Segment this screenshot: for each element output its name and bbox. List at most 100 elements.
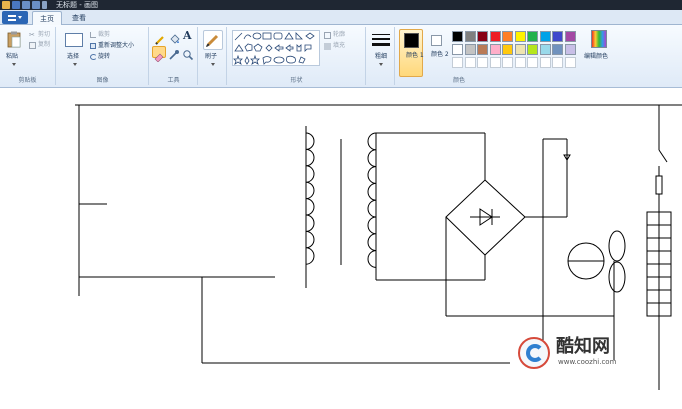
brushes-button[interactable]: 刷子 xyxy=(205,53,217,61)
palette-swatch[interactable] xyxy=(502,31,513,42)
palette-swatch[interactable] xyxy=(527,31,538,42)
custom-color-slot[interactable] xyxy=(502,57,513,68)
color2-selector[interactable]: 颜色 2 xyxy=(426,29,449,77)
cut-button[interactable]: 剪切 xyxy=(38,31,50,39)
colors-group: 颜色 1 颜色 2 编辑颜色 颜色 xyxy=(396,27,682,85)
tab-home[interactable]: 主页 xyxy=(32,11,62,25)
color-picker-icon[interactable] xyxy=(168,46,180,60)
fill-button[interactable]: 填充 xyxy=(333,42,345,50)
custom-color-slot[interactable] xyxy=(552,57,563,68)
clipboard-group: 粘贴 ✂ 剪切 复制 剪贴板 xyxy=(0,27,56,85)
palette-swatch[interactable] xyxy=(452,44,463,55)
resize-icon xyxy=(90,43,96,49)
line-width-icon[interactable] xyxy=(371,32,391,50)
palette-swatch[interactable] xyxy=(502,44,513,55)
edit-colors-button[interactable]: 编辑颜色 xyxy=(584,53,608,61)
color2-swatch xyxy=(431,35,442,46)
custom-color-slot[interactable] xyxy=(477,57,488,68)
image-group: 选择 裁剪 重新调整大小 旋转 图像 xyxy=(57,27,149,85)
palette-swatch[interactable] xyxy=(527,44,538,55)
redo-icon[interactable] xyxy=(32,1,40,9)
palette-swatch[interactable] xyxy=(539,31,551,42)
fill-bucket-icon[interactable] xyxy=(168,31,180,44)
customize-icon[interactable] xyxy=(42,1,47,9)
colors-group-label: 颜色 xyxy=(452,77,465,84)
palette-swatch[interactable] xyxy=(489,44,501,55)
size-group: 粗细 xyxy=(367,27,395,85)
paste-icon[interactable] xyxy=(7,31,21,48)
rotate-button[interactable]: 旋转 xyxy=(98,53,110,61)
color1-swatch xyxy=(404,33,419,48)
quick-access-toolbar xyxy=(2,1,47,9)
scissors-icon: ✂ xyxy=(29,31,35,39)
palette-swatch[interactable] xyxy=(552,44,563,55)
edit-colors-icon[interactable] xyxy=(591,30,607,48)
palette-swatch[interactable] xyxy=(564,31,576,42)
palette-swatch[interactable] xyxy=(477,44,488,55)
undo-icon[interactable] xyxy=(22,1,30,9)
palette-swatch[interactable] xyxy=(552,31,563,42)
custom-color-slot[interactable] xyxy=(489,57,501,68)
chevron-down-icon[interactable] xyxy=(211,63,215,66)
outline-icon xyxy=(324,32,331,39)
palette-swatch[interactable] xyxy=(464,31,476,42)
chevron-down-icon[interactable] xyxy=(12,63,16,66)
brushes-group: 刷子 xyxy=(199,27,227,85)
select-button[interactable]: 选择 xyxy=(67,53,79,61)
custom-color-slot[interactable] xyxy=(564,57,576,68)
tools-group: A 工具 xyxy=(150,27,198,85)
chevron-down-icon[interactable] xyxy=(379,63,383,66)
custom-color-slot[interactable] xyxy=(452,57,463,68)
fill-icon xyxy=(324,43,331,50)
brush-icon[interactable] xyxy=(203,30,223,50)
palette-swatch[interactable] xyxy=(514,31,526,42)
select-rectangle-icon[interactable] xyxy=(65,33,83,47)
paint-menu-button[interactable] xyxy=(2,11,28,24)
palette-swatch[interactable] xyxy=(477,31,488,42)
color2-label: 颜色 2 xyxy=(431,51,449,58)
shapes-gallery[interactable] xyxy=(232,30,320,66)
ribbon: 粘贴 ✂ 剪切 复制 剪贴板 选择 裁剪 重新调整大小 旋转 图像 A 工具 刷… xyxy=(0,25,682,88)
pencil-icon[interactable] xyxy=(154,31,166,45)
chevron-down-icon xyxy=(18,16,22,19)
watermark-logo-icon xyxy=(518,337,550,369)
eraser-icon[interactable] xyxy=(152,46,166,63)
palette-swatch[interactable] xyxy=(464,44,476,55)
title-bar: 无标题 - 画图 xyxy=(0,0,682,10)
magnifier-icon[interactable] xyxy=(182,46,194,61)
rotate-icon xyxy=(90,54,97,60)
custom-color-slot[interactable] xyxy=(514,57,526,68)
color1-selector[interactable]: 颜色 1 xyxy=(399,29,424,77)
clipboard-group-label: 剪贴板 xyxy=(18,77,37,84)
crop-button[interactable]: 裁剪 xyxy=(98,31,110,39)
copy-button[interactable]: 复制 xyxy=(38,41,50,49)
watermark-brand: 酷知网 xyxy=(556,336,610,357)
image-group-label: 图像 xyxy=(96,77,109,84)
custom-color-slot[interactable] xyxy=(539,57,551,68)
palette-swatch[interactable] xyxy=(452,31,463,42)
paste-button[interactable]: 粘贴 xyxy=(6,53,18,61)
text-icon[interactable]: A xyxy=(183,30,192,42)
palette-swatch[interactable] xyxy=(539,44,551,55)
color-palette xyxy=(452,31,580,68)
chevron-down-icon[interactable] xyxy=(73,63,77,66)
palette-swatch[interactable] xyxy=(489,31,501,42)
custom-color-slot[interactable] xyxy=(464,57,476,68)
custom-color-slot[interactable] xyxy=(527,57,538,68)
tab-view[interactable]: 查看 xyxy=(64,11,94,25)
drawing-canvas[interactable]: 酷知网 www.coozhi.com xyxy=(0,89,682,409)
resize-button[interactable]: 重新调整大小 xyxy=(98,42,134,50)
ribbon-tab-row: 主页 查看 xyxy=(0,10,682,25)
shapes-group-label: 形状 xyxy=(290,77,303,84)
crop-icon xyxy=(90,32,96,38)
shapes-group: 轮廓 填充 形状 xyxy=(228,27,366,85)
palette-swatch[interactable] xyxy=(514,44,526,55)
paint-app-icon[interactable] xyxy=(2,1,10,9)
copy-icon xyxy=(29,42,36,49)
tools-group-label: 工具 xyxy=(167,77,180,84)
palette-swatch[interactable] xyxy=(564,44,576,55)
outline-button[interactable]: 轮廓 xyxy=(333,31,345,39)
menu-icon xyxy=(8,14,16,21)
size-button[interactable]: 粗细 xyxy=(375,53,387,61)
save-icon[interactable] xyxy=(12,1,20,9)
